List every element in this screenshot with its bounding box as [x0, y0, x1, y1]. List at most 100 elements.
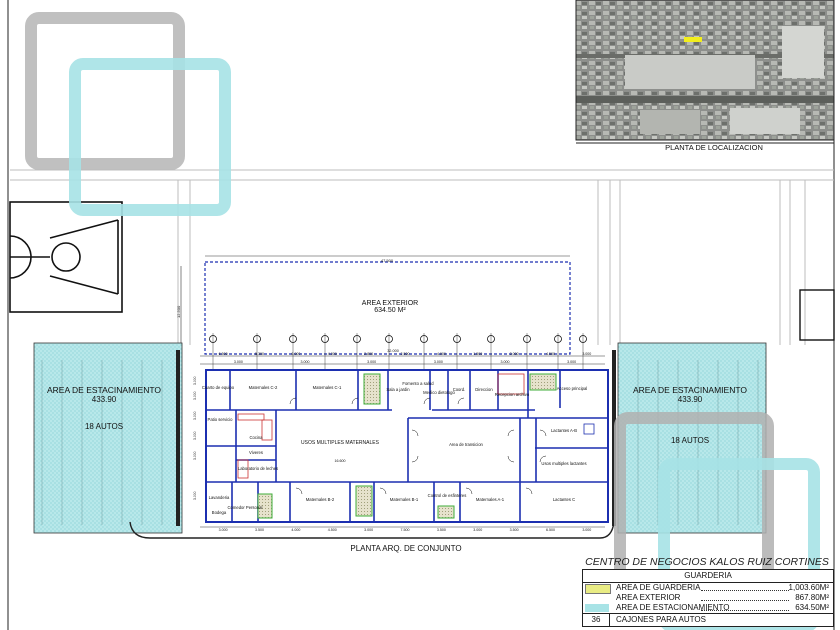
dim-top-row-label: 5.300 [255, 352, 264, 356]
dim-bottom-row-label: 4.500 [328, 528, 337, 532]
dim-bottom-row-label: 3.000 [219, 528, 228, 532]
area-name: AREA DE GUARDERIA [616, 583, 701, 592]
dim-top-row-label: 4.000 [328, 352, 337, 356]
dim-left-col-label: 3.000 [193, 391, 197, 400]
overlay-gray-square-top [25, 12, 185, 170]
room-viveres: Viveres [249, 450, 263, 455]
room-coord: Coord. [453, 387, 466, 392]
exterior-area-value: 634.50 M² [374, 307, 406, 314]
dim-second-row-label: 3.000 [434, 360, 443, 364]
room-maternales-c2: Maternales C-2 [249, 385, 278, 390]
room-maternales-b2: Maternales B-2 [306, 497, 335, 502]
dim-top-row-label: 1.500 [473, 352, 482, 356]
parking-left-cars: 18 AUTOS [85, 422, 123, 431]
dim-second-row-label: 3.000 [301, 360, 310, 364]
area-row: AREA EXTERIOR 867.80M² [583, 593, 833, 603]
room-maternales-b1: Maternales B-1 [390, 497, 419, 502]
dim-top-row-label: 2.800 [364, 352, 373, 356]
room-medico: Medico dietologo [423, 390, 455, 395]
dim-second-row-label: 3.000 [501, 360, 510, 364]
room-lab-leches: Laboratorio de leches [238, 466, 278, 471]
room-direccion: Direccion [475, 387, 493, 392]
area-row: AREA DE ESTACIONAMIENTO 634.50M² [583, 603, 833, 613]
parking-right-cars: 18 AUTOS [671, 436, 709, 445]
parking-right-label: AREA DE ESTACINAMIENTO [633, 385, 747, 395]
overlay-cyan-square-top [69, 58, 231, 216]
room-control-esfinteres: Control de esfinteres [428, 493, 467, 498]
plan-title: PLANTA ARQ. DE CONJUNTO [350, 544, 461, 553]
dim-bottom-row-label: 3.500 [510, 528, 519, 532]
location-map [575, 0, 835, 141]
dim-top-row-label: 4.500 [546, 352, 555, 356]
room-sala-jardin: Sala a jardin [386, 387, 410, 392]
dim-left-col-label: 3.000 [193, 491, 197, 500]
area-value: 1,003.60M² [788, 583, 829, 592]
dim-second-row-label: 3.000 [367, 360, 376, 364]
parking-left [33, 342, 183, 534]
leader-dots [701, 610, 789, 611]
cars-count: 36 [583, 614, 610, 626]
cars-row: 36 CAJONES PARA AUTOS [583, 613, 833, 626]
room-lavanderia: Lavanderia [209, 495, 230, 500]
dim-left-col-label: 3.000 [193, 411, 197, 420]
area-swatch-parking [585, 604, 609, 612]
room-area-transicion: Area de transicion [449, 442, 483, 447]
dim-bottom-row-label: 3.500 [255, 528, 264, 532]
area-row: AREA DE GUARDERIA 1,003.60M² [583, 583, 833, 594]
room-fomento-salud: Fomento a salud [402, 381, 434, 386]
cars-label: CAJONES PARA AUTOS [616, 615, 706, 624]
parking-left-area: 433.90 [92, 395, 117, 404]
building-name: GUARDERIA [583, 570, 833, 583]
site-highlight [684, 37, 702, 42]
room-lactantes-ab: Lactantes A-B [551, 428, 577, 433]
dim-mid-width: 16.600 [335, 459, 346, 463]
title-block-table: GUARDERIA AREA DE GUARDERIA 1,003.60M² A… [582, 569, 834, 627]
dim-left-col-label: 3.000 [193, 376, 197, 385]
dim-top-row-label: 3.000 [510, 352, 519, 356]
room-maternales-a1: Maternales A-1 [476, 497, 505, 502]
room-cuarto-equipo: Cuarto de equipo [202, 385, 235, 390]
room-recepcion: Recepcion archivo [495, 392, 530, 397]
parking-right-area: 433.90 [678, 395, 703, 404]
leader-dots [701, 590, 789, 591]
parking-left-label: AREA DE ESTACINAMIENTO [47, 385, 161, 395]
dim-bottom-row-label: 3.500 [437, 528, 446, 532]
dim-left-col-label: 3.000 [193, 451, 197, 460]
dim-bottom-row-label: 6.500 [546, 528, 555, 532]
area-name: AREA DE ESTACIONAMIENTO [616, 603, 730, 612]
room-acceso: Acceso principal [557, 386, 588, 391]
architectural-sheet: PLANTA DE LOCALIZACION 47.500 12.500 ARE… [7, 0, 835, 630]
dim-top-row-label: 6.000 [291, 352, 300, 356]
dim-top-row-label: 3.000 [582, 352, 591, 356]
dim-center: 32.000 [387, 349, 399, 353]
area-swatch-exterior [585, 594, 609, 602]
dim-bottom-row-label: 3.000 [364, 528, 373, 532]
room-lactantes-c: Lactantes C [553, 497, 575, 502]
dim-bottom-row-label: 3.000 [582, 528, 591, 532]
dim-top-row-label: 2.500 [401, 352, 410, 356]
room-usos-multiples-mat: USOS MULTIPLES MATERNALES [301, 440, 380, 446]
project-title: CENTRO DE NEGOCIOS KALOS RUIZ CORTINES [585, 556, 829, 568]
dim-second-row-label: 3.000 [567, 360, 576, 364]
room-patio: Patio servicio [208, 417, 234, 422]
dim-bottom-row-label: 4.000 [291, 528, 300, 532]
area-value: 867.80M² [795, 593, 829, 602]
room-bodega: Bodega [212, 510, 227, 515]
area-name: AREA EXTERIOR [616, 593, 681, 602]
basketball-court [9, 201, 123, 313]
dim-side: 12.500 [176, 305, 181, 318]
room-usos-lactantes: Usos multiples lactantes [541, 461, 586, 466]
dim-top-row-label: 4.000 [437, 352, 446, 356]
dim-top: 47.500 [381, 258, 394, 263]
room-cocina: Cocina [249, 435, 263, 440]
dim-bottom-row-label: 7.500 [401, 528, 410, 532]
room-comedor: Comedor Personal [228, 505, 263, 510]
area-value: 634.50M² [795, 603, 829, 612]
dim-bottom-row-label: 3.000 [473, 528, 482, 532]
dim-top-row-label: 6.500 [219, 352, 228, 356]
location-title: PLANTA DE LOCALIZACION [665, 143, 763, 152]
dim-left-col-label: 3.000 [193, 431, 197, 440]
dim-second-row-label: 3.000 [234, 360, 243, 364]
leader-dots [701, 600, 789, 601]
exterior-label: AREA EXTERIOR [362, 300, 418, 307]
